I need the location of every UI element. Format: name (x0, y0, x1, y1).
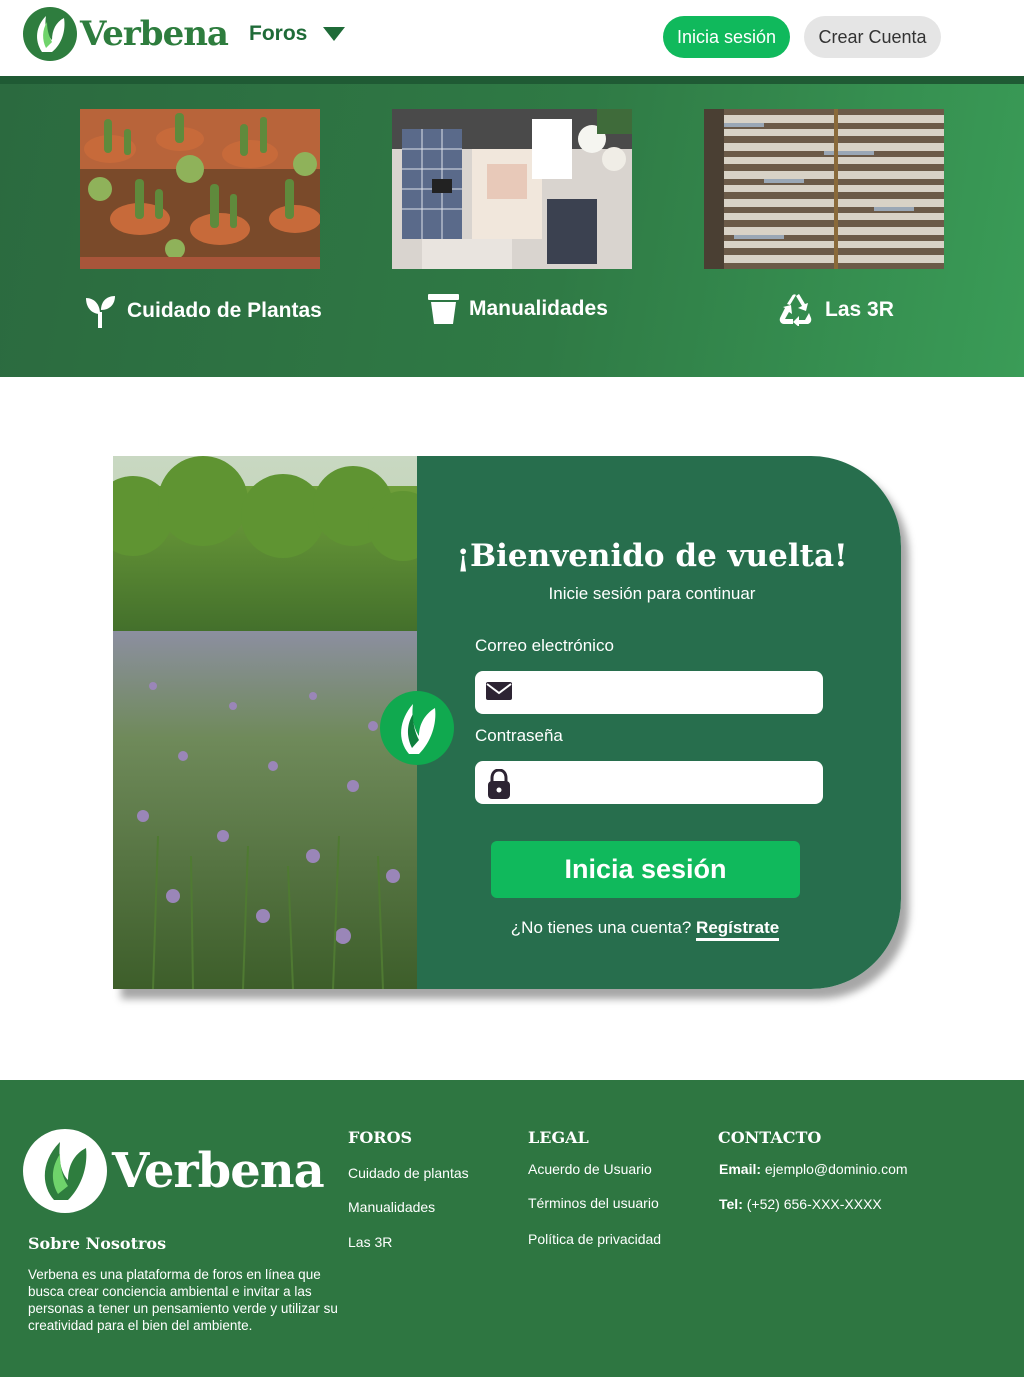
caret-down-icon (323, 27, 346, 41)
category-image-crafts[interactable] (392, 109, 632, 269)
category-recycling[interactable]: Las 3R (779, 294, 894, 326)
sprout-icon (86, 296, 115, 328)
footer-contact-tel: Tel: (+52) 656-XXX-XXXX (719, 1196, 882, 1212)
top-navbar: Verbena Foros Inicia sesión Crear Cuenta (0, 0, 1024, 76)
logo-text: Verbena (80, 14, 229, 54)
no-account-text: ¿No tienes una cuenta? (510, 918, 692, 937)
forum-categories: Cuidado de Plantas Manualidades Las 3R (0, 84, 1024, 377)
email-label: Email: (719, 1161, 762, 1177)
password-label: Contraseña (475, 726, 563, 745)
footer-logo-text: Verbena (112, 1143, 325, 1199)
login-submit-button[interactable]: Inicia sesión (491, 841, 800, 898)
register-link[interactable]: Regístrate (696, 918, 780, 941)
login-title: ¡Bienvenido de vuelta! (456, 538, 848, 574)
foros-dropdown[interactable]: Foros (249, 22, 346, 46)
category-recycling-label: Las 3R (825, 298, 894, 321)
signup-prompt: ¿No tienes una cuenta? Regístrate (417, 918, 873, 941)
login-subtitle: Inicie sesión para continuar (548, 584, 756, 603)
category-plants-label: Cuidado de Plantas (127, 299, 322, 322)
header-divider (0, 76, 1024, 84)
category-crafts-label: Manualidades (469, 297, 608, 320)
footer-link-crafts[interactable]: Manualidades (348, 1199, 435, 1215)
password-input[interactable] (523, 767, 813, 797)
email-field[interactable] (475, 671, 823, 714)
meadow-photo (113, 456, 417, 989)
recycle-icon (779, 294, 812, 326)
footer-link-privacy[interactable]: Política de privacidad (528, 1231, 661, 1247)
tel-value[interactable]: (+52) 656-XXX-XXXX (747, 1196, 882, 1212)
category-image-recycling[interactable] (704, 109, 944, 269)
category-plants[interactable]: Cuidado de Plantas (84, 294, 322, 328)
login-panel: ¡Bienvenido de vuelta! Inicie sesión par… (417, 456, 901, 989)
footer-contact-title: CONTACTO (718, 1128, 822, 1147)
footer-logo[interactable]: Verbena (22, 1128, 325, 1214)
foros-dropdown-label: Foros (249, 22, 308, 45)
logo[interactable]: Verbena (22, 6, 229, 62)
footer-legal-title: LEGAL (528, 1128, 589, 1147)
leaf-logo-icon (23, 1129, 107, 1213)
cup-icon (428, 294, 459, 324)
email-value[interactable]: ejemplo@dominio.com (765, 1161, 908, 1177)
category-image-plants[interactable] (80, 109, 320, 269)
footer-foros-title: FOROS (348, 1128, 413, 1147)
footer-link-user-agreement[interactable]: Acuerdo de Usuario (528, 1161, 652, 1177)
email-label: Correo electrónico (475, 636, 614, 655)
about-text: Verbena es una plataforma de foros en lí… (28, 1267, 338, 1333)
footer-link-3r[interactable]: Las 3R (348, 1234, 392, 1250)
envelope-icon (486, 682, 512, 700)
leaf-badge-icon (380, 691, 454, 765)
leaf-logo-icon (23, 7, 77, 61)
footer-link-terms[interactable]: Términos del usuario (528, 1195, 659, 1211)
tel-label: Tel: (719, 1196, 743, 1212)
about-title: Sobre Nosotros (28, 1234, 167, 1253)
footer-link-plants[interactable]: Cuidado de plantas (348, 1165, 469, 1181)
create-account-button[interactable]: Crear Cuenta (804, 16, 941, 58)
password-field[interactable] (475, 761, 823, 804)
lock-icon (488, 769, 510, 799)
footer: Verbena Sobre Nosotros Verbena es una pl… (0, 1080, 1024, 1377)
footer-contact-email: Email: ejemplo@dominio.com (719, 1161, 908, 1177)
login-card: ¡Bienvenido de vuelta! Inicie sesión par… (113, 456, 901, 989)
email-input[interactable] (523, 677, 813, 707)
login-button[interactable]: Inicia sesión (663, 16, 790, 58)
category-crafts[interactable]: Manualidades (428, 294, 608, 324)
